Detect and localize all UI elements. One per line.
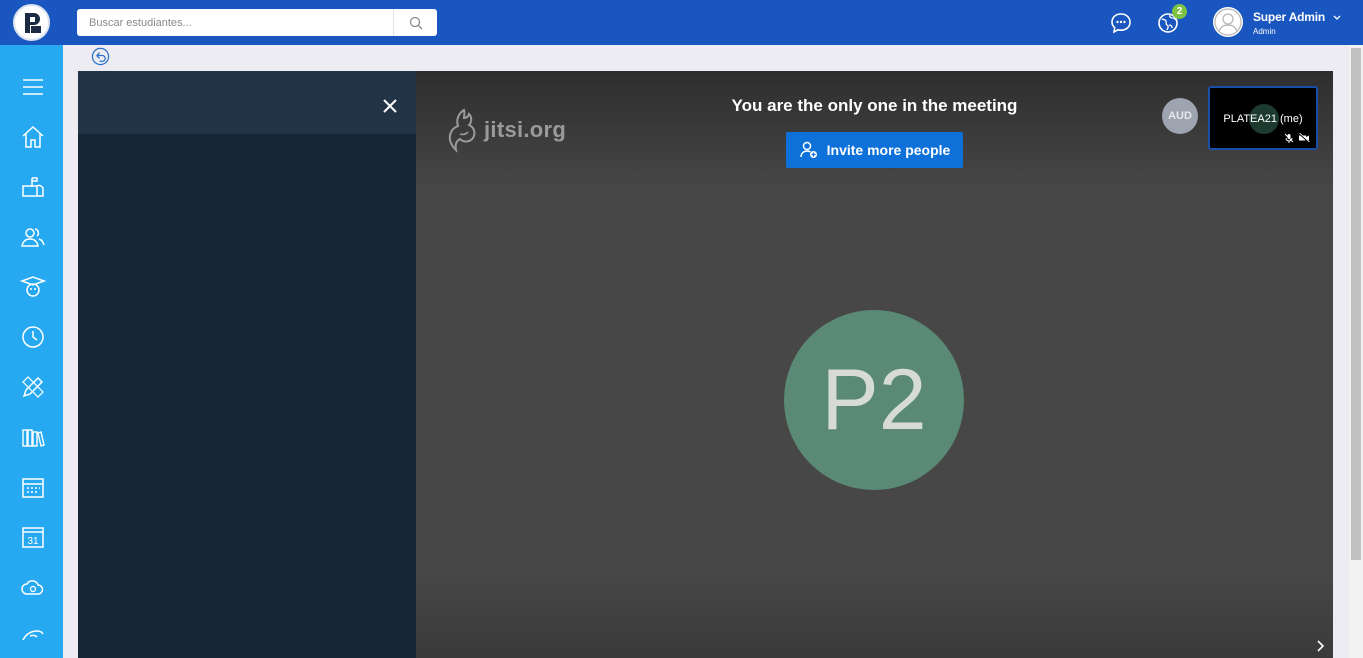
- user-avatar[interactable]: [1213, 7, 1243, 37]
- sidebar-item-home[interactable]: [18, 122, 48, 152]
- back-icon[interactable]: [91, 47, 110, 66]
- notification-badge: 2: [1172, 4, 1187, 19]
- sidebar-item-users[interactable]: [18, 222, 48, 252]
- page-scrollbar-thumb[interactable]: [1351, 48, 1361, 560]
- schedule-icon: [22, 478, 44, 498]
- home-icon: [22, 125, 44, 148]
- camera-off-icon: [1298, 133, 1310, 143]
- meeting-container: jitsi.org You are the only one in the me…: [78, 71, 1333, 658]
- sidebar-item-library[interactable]: [18, 422, 48, 452]
- user-role: Admin: [1253, 27, 1276, 36]
- chevron-down-icon[interactable]: [1333, 13, 1341, 23]
- chat-panel-header: [78, 71, 416, 134]
- invite-more-label: Invite more people: [826, 142, 951, 158]
- sidebar-item-more[interactable]: [18, 620, 48, 650]
- video-stage: jitsi.org You are the only one in the me…: [416, 71, 1333, 658]
- sidebar-item-students[interactable]: [18, 272, 48, 302]
- search-icon: [409, 16, 422, 29]
- mic-muted-icon: [1284, 133, 1294, 143]
- sidebar-item-schedule[interactable]: [18, 322, 48, 352]
- search-input[interactable]: [77, 9, 392, 36]
- sidebar-item-grades[interactable]: [18, 372, 48, 402]
- search-button[interactable]: [393, 9, 437, 36]
- hand-icon: [22, 630, 44, 641]
- sidebar-menu-toggle[interactable]: [18, 72, 48, 102]
- main-participant-avatar: P2: [784, 310, 964, 490]
- local-video-thumbnail[interactable]: PLATEA21 (me): [1208, 86, 1318, 150]
- cloud-icon: [21, 580, 44, 595]
- search-box: [77, 9, 437, 36]
- sidebar: 31: [0, 45, 63, 658]
- user-name[interactable]: Super Admin: [1253, 10, 1325, 24]
- chat-button[interactable]: [1108, 10, 1134, 36]
- add-person-icon: [799, 141, 817, 158]
- user-icon: [1214, 8, 1242, 36]
- app-logo[interactable]: [13, 4, 50, 41]
- graduate-icon: [20, 276, 46, 297]
- top-bar: 2 Super Admin Admin: [0, 0, 1363, 45]
- books-icon: [22, 429, 45, 447]
- mailbox-icon: [22, 177, 44, 197]
- menu-icon: [23, 79, 43, 95]
- close-icon[interactable]: [380, 96, 400, 116]
- audio-participant-avatar[interactable]: AUD: [1162, 98, 1198, 134]
- chat-bubble-icon: [1111, 13, 1131, 34]
- calendar-icon: 31: [22, 527, 44, 548]
- invite-more-button[interactable]: Invite more people: [786, 132, 963, 168]
- clock-icon: [22, 326, 44, 348]
- local-participant-name: PLATEA21 (me): [1223, 113, 1303, 125]
- chat-panel: [78, 71, 416, 658]
- sidebar-item-cloud[interactable]: [18, 572, 48, 602]
- pencil-ruler-icon: [22, 376, 44, 398]
- jitsi-logo-text: jitsi.org: [484, 117, 567, 142]
- sidebar-item-timetable[interactable]: [18, 472, 48, 502]
- svg-text:31: 31: [27, 536, 39, 547]
- sidebar-item-calendar[interactable]: 31: [18, 522, 48, 552]
- chevron-right-icon[interactable]: [1315, 639, 1325, 653]
- users-icon: [21, 228, 45, 247]
- sidebar-item-mailbox[interactable]: [18, 172, 48, 202]
- logo-icon: [24, 12, 41, 33]
